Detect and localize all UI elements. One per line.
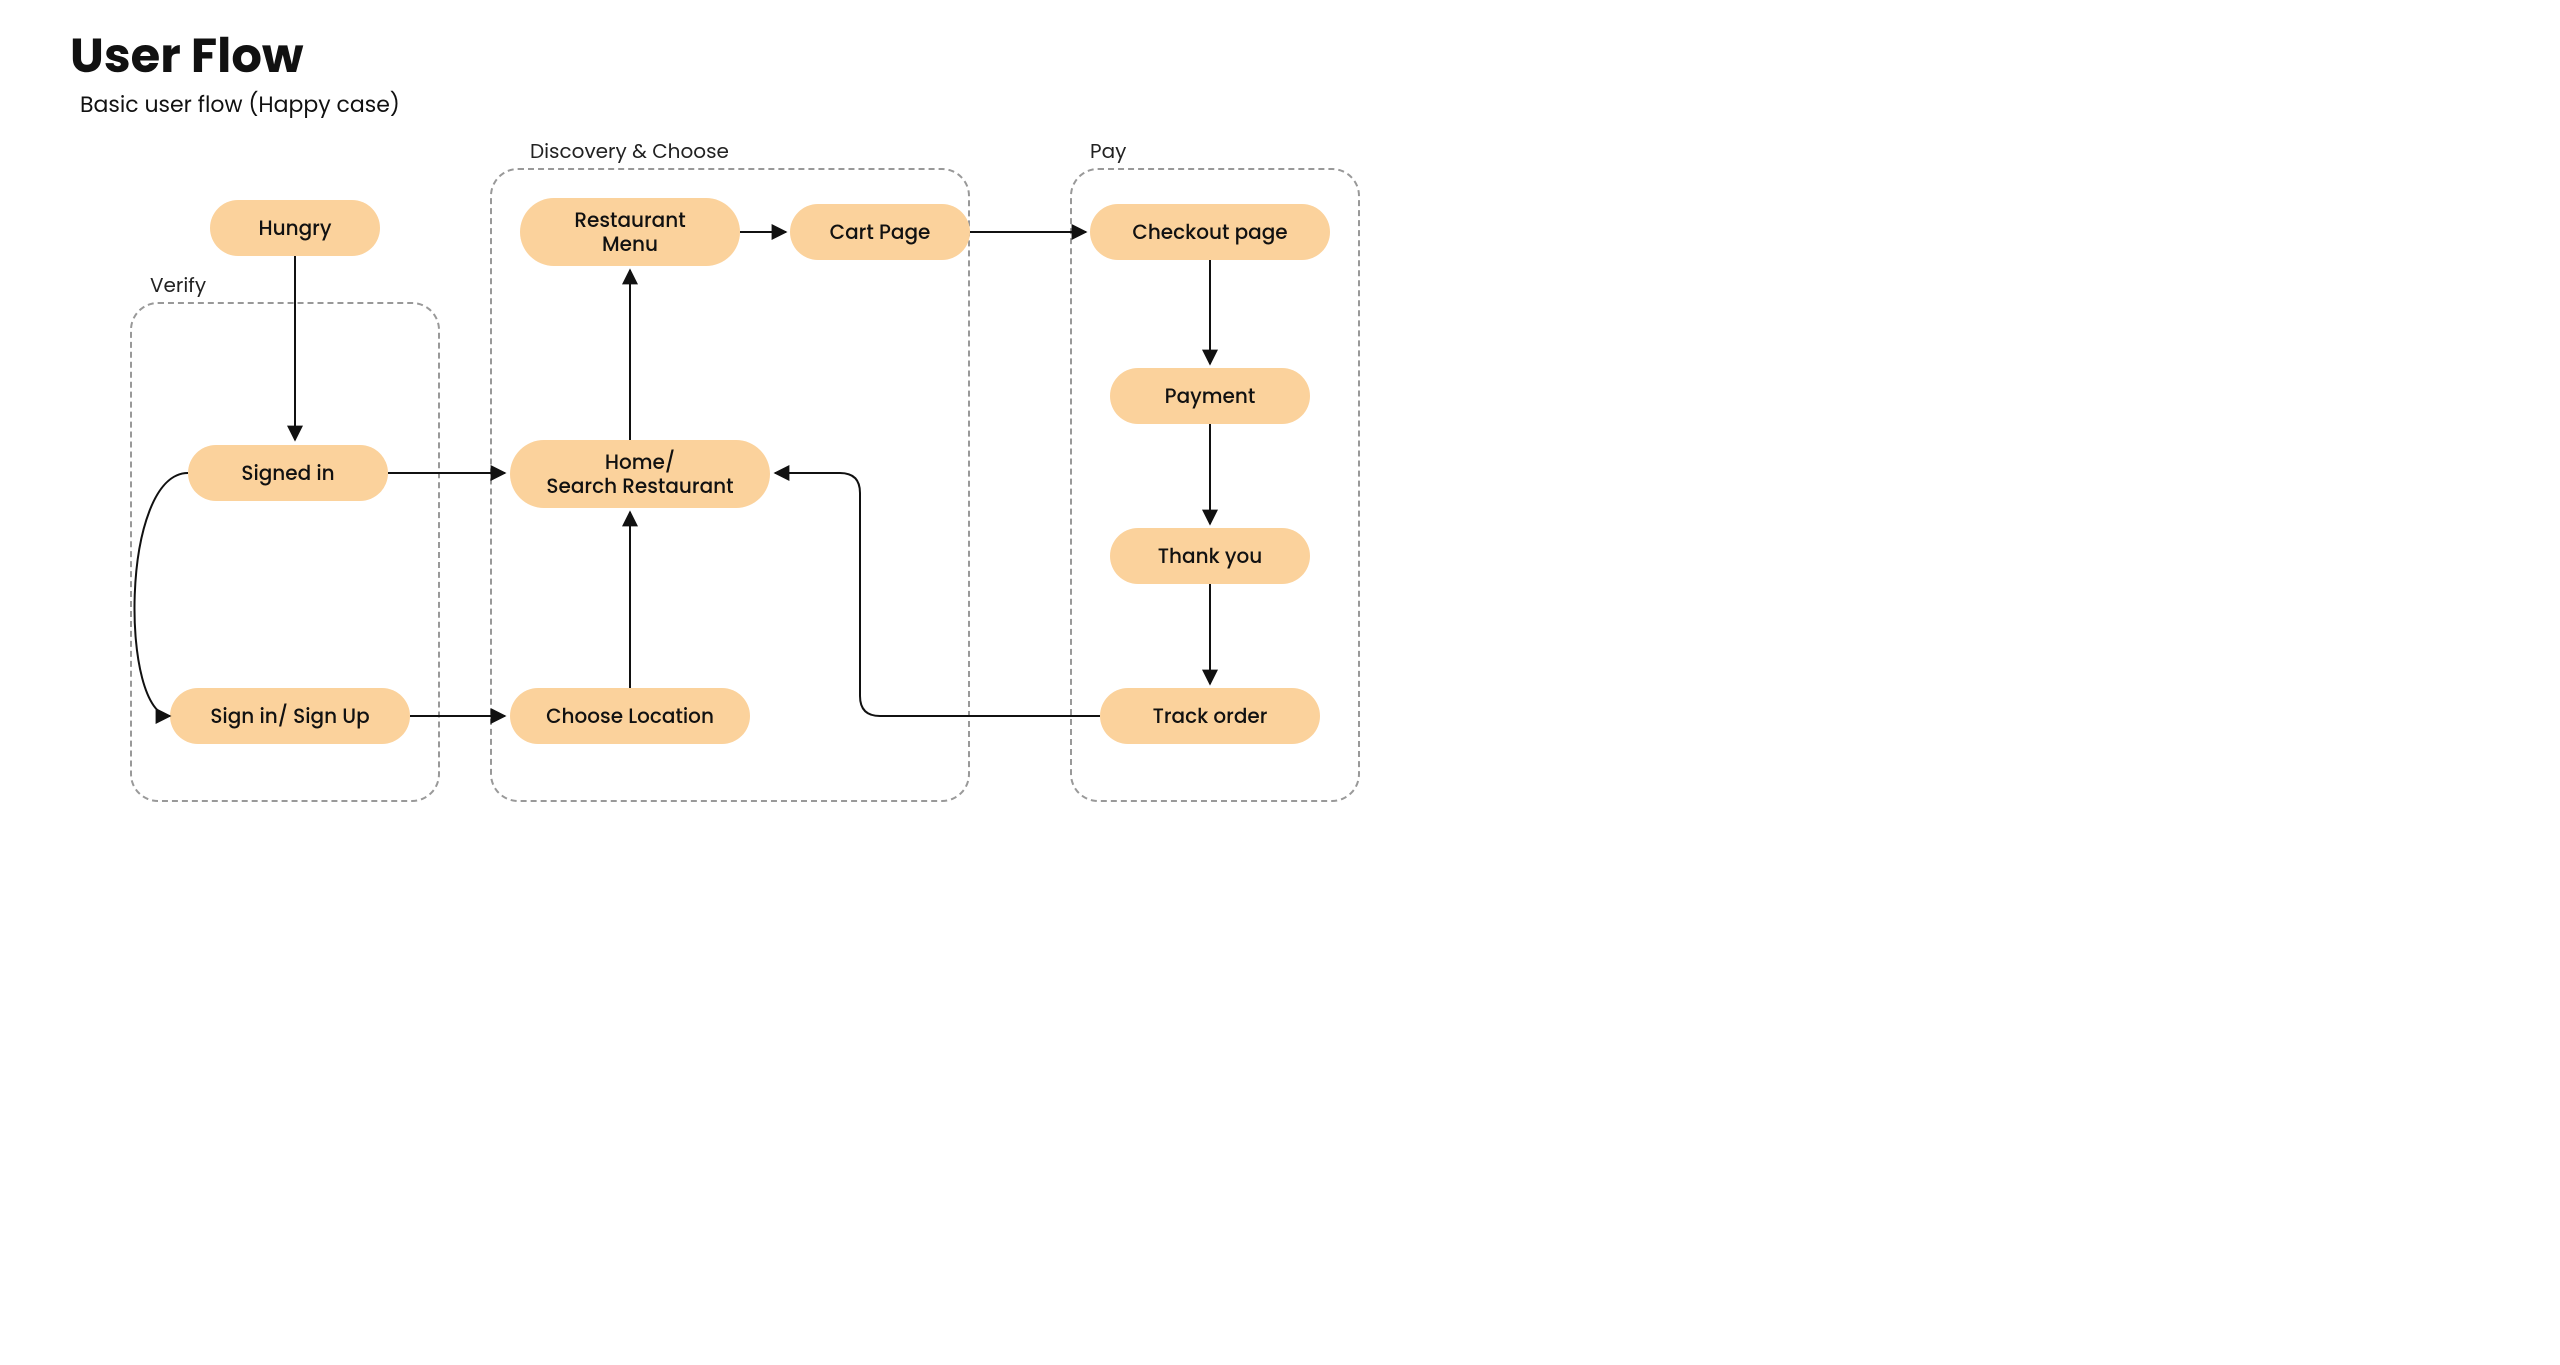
- node-signed-in: Signed in: [188, 445, 388, 501]
- node-payment: Payment: [1110, 368, 1310, 424]
- node-home-search-label: Home/Search Restaurant: [546, 450, 733, 498]
- node-cart: Cart Page: [790, 204, 970, 260]
- flow-diagram: User Flow Basic user flow (Happy case) V…: [0, 0, 1500, 860]
- node-signed-in-label: Signed in: [241, 461, 334, 485]
- node-checkout: Checkout page: [1090, 204, 1330, 260]
- node-thank-you: Thank you: [1110, 528, 1310, 584]
- node-cart-label: Cart Page: [830, 220, 931, 244]
- node-payment-label: Payment: [1165, 384, 1256, 408]
- node-choose-location-label: Choose Location: [546, 704, 714, 728]
- node-thank-you-label: Thank you: [1158, 544, 1262, 568]
- node-checkout-label: Checkout page: [1132, 220, 1287, 244]
- group-pay-label: Pay: [1090, 136, 1126, 166]
- node-restaurant-menu: RestaurantMenu: [520, 198, 740, 266]
- node-choose-location: Choose Location: [510, 688, 750, 744]
- node-sign-in-up: Sign in/ Sign Up: [170, 688, 410, 744]
- node-track-order-label: Track order: [1153, 704, 1268, 728]
- node-hungry-label: Hungry: [259, 216, 332, 240]
- node-sign-in-up-label: Sign in/ Sign Up: [210, 704, 369, 728]
- group-verify-label: Verify: [150, 270, 206, 300]
- group-discover-label: Discovery & Choose: [530, 136, 729, 166]
- node-track-order: Track order: [1100, 688, 1320, 744]
- diagram-subtitle: Basic user flow (Happy case): [80, 88, 400, 121]
- node-home-search: Home/Search Restaurant: [510, 440, 770, 508]
- diagram-title: User Flow: [70, 20, 303, 92]
- node-restaurant-menu-label: RestaurantMenu: [574, 208, 685, 256]
- node-hungry: Hungry: [210, 200, 380, 256]
